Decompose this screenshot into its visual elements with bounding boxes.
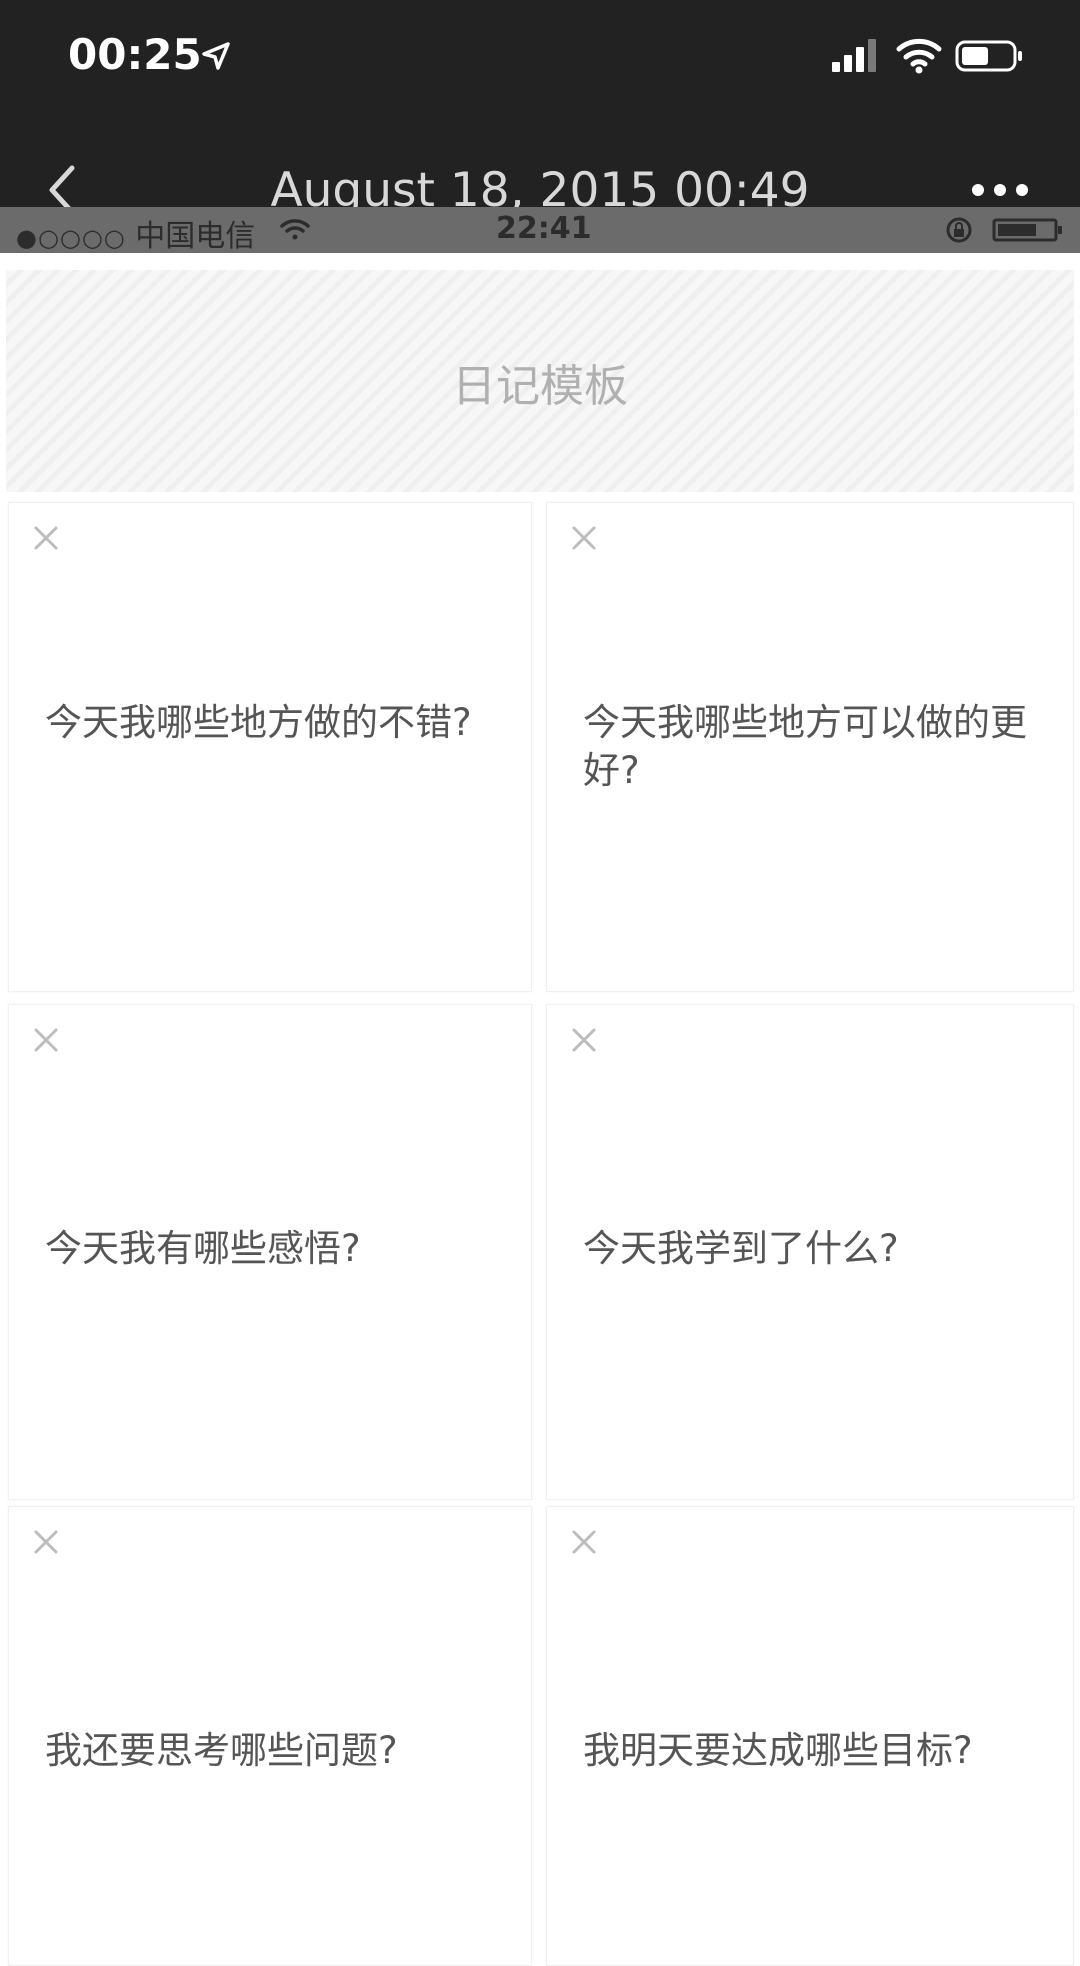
prompt-card[interactable]: 我明天要达成哪些目标? bbox=[546, 1506, 1074, 1966]
close-icon[interactable] bbox=[569, 523, 599, 553]
cellular-signal-icon bbox=[832, 39, 876, 72]
prompt-text: 今天我学到了什么? bbox=[583, 1227, 899, 1270]
prompt-text: 我明天要达成哪些目标? bbox=[583, 1729, 973, 1772]
prompt-text: 我还要思考哪些问题? bbox=[45, 1729, 398, 1772]
prompt-text: 今天我哪些地方可以做的更好? bbox=[583, 701, 1027, 792]
close-icon[interactable] bbox=[31, 523, 61, 553]
embedded-carrier-name: 中国电信 bbox=[135, 219, 256, 254]
embedded-time: 22:41 bbox=[496, 211, 592, 246]
prompt-card[interactable]: 今天我哪些地方可以做的更好? bbox=[546, 502, 1074, 992]
template-title: 日记模板 bbox=[452, 361, 628, 412]
prompt-card[interactable]: 今天我学到了什么? bbox=[546, 1004, 1074, 1500]
location-arrow-icon bbox=[202, 42, 230, 70]
prompt-card[interactable]: 今天我有哪些感悟? bbox=[8, 1004, 532, 1500]
more-horizontal-icon[interactable] bbox=[970, 182, 1030, 198]
prompt-text: 今天我有哪些感悟? bbox=[45, 1227, 361, 1270]
embedded-wifi-icon bbox=[280, 219, 310, 240]
prompt-card[interactable]: 我还要思考哪些问题? bbox=[8, 1506, 532, 1966]
close-icon[interactable] bbox=[569, 1527, 599, 1557]
close-icon[interactable] bbox=[31, 1527, 61, 1557]
prompt-card[interactable]: 今天我哪些地方做的不错? bbox=[8, 502, 532, 992]
battery-icon bbox=[955, 40, 1022, 72]
close-icon[interactable] bbox=[569, 1025, 599, 1055]
close-icon[interactable] bbox=[31, 1025, 61, 1055]
rotation-lock-icon bbox=[946, 217, 972, 243]
embedded-carrier: ●○○○○ 中国电信 bbox=[16, 211, 255, 255]
status-time: 00:25 bbox=[68, 30, 202, 79]
embedded-signal-dots: ●○○○○ bbox=[16, 224, 126, 252]
embedded-status-bar: ●○○○○ 中国电信 22:41 bbox=[0, 207, 1080, 255]
wifi-icon bbox=[896, 38, 942, 74]
embedded-battery-icon bbox=[992, 218, 1062, 242]
prompt-text: 今天我哪些地方做的不错? bbox=[45, 701, 472, 744]
template-banner[interactable]: 日记模板 bbox=[6, 270, 1074, 492]
